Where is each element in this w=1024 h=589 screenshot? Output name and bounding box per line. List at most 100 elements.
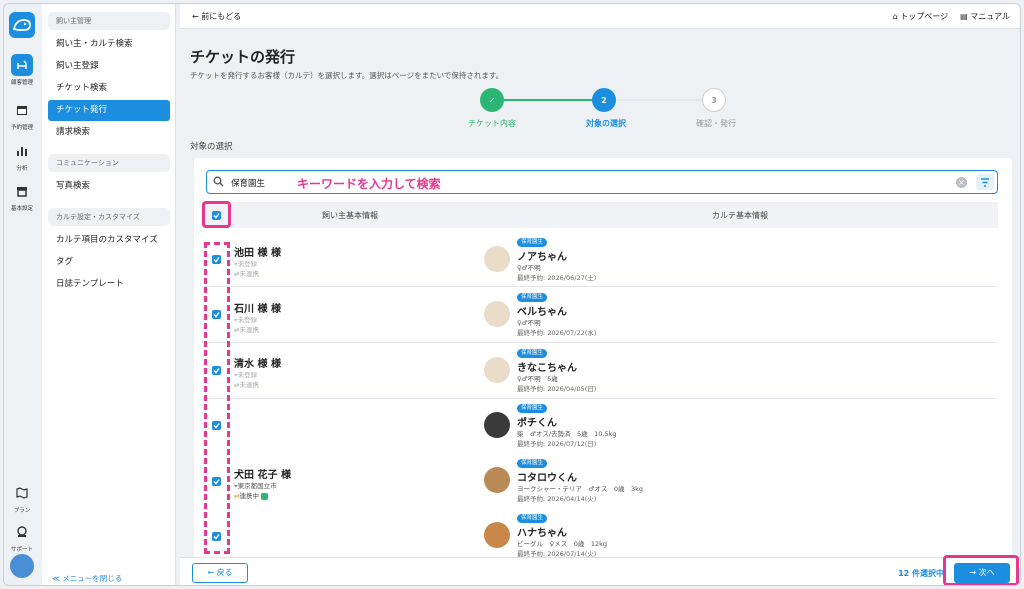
menu-group-owner: 飼い主管理: [48, 12, 170, 30]
row-checkbox-highlight: [204, 242, 230, 554]
pet-tag: 保育園生: [517, 238, 548, 247]
pet-info: ♀♂不明: [517, 264, 541, 272]
rail-label: 分析: [16, 166, 28, 172]
search-input[interactable]: 保育園生 キーワードを入力して検索 ×: [206, 170, 998, 194]
avatar[interactable]: [10, 554, 34, 578]
clear-icon[interactable]: ×: [956, 177, 967, 188]
owner-name[interactable]: 犬田 花子 様: [234, 466, 291, 481]
owner-link-status: ⇄未連携: [234, 379, 259, 389]
pet-name[interactable]: ポチくん: [517, 414, 557, 429]
store-icon: [11, 180, 33, 202]
rail-analytics[interactable]: 分析: [4, 140, 40, 172]
rail-label: サポート: [10, 547, 33, 553]
pet-name[interactable]: ベルちゃん: [517, 303, 567, 318]
pet-name[interactable]: ノアちゃん: [517, 248, 567, 263]
rail-reservation[interactable]: 予約管理: [4, 99, 40, 131]
pet-photo: [484, 412, 510, 438]
manual-link[interactable]: ▤ マニュアル: [960, 11, 1010, 22]
top-links: ⌂ トップページ ▤ マニュアル: [893, 11, 1010, 22]
icon-rail: 顧客管理 予約管理 分析 基本設定 プラン サポート: [4, 4, 40, 585]
back-button[interactable]: ← 戻る: [192, 563, 248, 583]
owner-link-text: 未連携: [239, 381, 259, 389]
close-menu-link[interactable]: ≪ メニューを閉じる: [52, 573, 122, 584]
step-3-circle: 3: [702, 88, 726, 112]
pet-last-reservation: 最終予約: 2026/06/27(土): [517, 274, 597, 282]
top-bar: ← 前にもどる ⌂ トップページ ▤ マニュアル: [180, 4, 1020, 29]
pet-last-reservation: 最終予約: 2026/07/12(日): [517, 440, 597, 448]
selected-count: 12 件選択中: [898, 569, 944, 578]
filter-icon[interactable]: [976, 174, 994, 190]
table-header: 飼い主基本情報 カルテ基本情報: [202, 202, 998, 228]
menu-item-ticket-issue[interactable]: チケット発行: [48, 100, 170, 121]
search-icon: [213, 176, 224, 190]
back-link[interactable]: ← 前にもどる: [192, 11, 241, 22]
menu-item-owner-register[interactable]: 飼い主登録: [48, 56, 170, 77]
owner-name[interactable]: 清水 様 様: [234, 355, 281, 370]
dog-icon: [11, 54, 33, 76]
owner-link-status: ⇄未連携: [234, 268, 259, 278]
home-label: トップページ: [900, 12, 949, 21]
line-icon: [261, 492, 269, 500]
menu-item-photo-search[interactable]: 写真検索: [48, 176, 170, 197]
pet-tag: 保育園生: [517, 514, 548, 523]
book-icon: ▤: [960, 12, 968, 21]
menu-group-communication: コミュニケーション: [48, 154, 170, 172]
pet-tag: 保育園生: [517, 404, 548, 413]
next-button-highlight: [943, 555, 1019, 585]
owner-address-text: 未登録: [237, 371, 258, 379]
menu-item-invoice-search[interactable]: 請求検索: [48, 122, 170, 143]
search-value: 保育園生: [231, 179, 266, 189]
page-title: チケットの発行: [190, 48, 296, 66]
pet-tag: 保育園生: [517, 459, 548, 468]
table-row[interactable]: [202, 231, 998, 287]
support-icon: [11, 521, 33, 543]
pet-name[interactable]: コタロウくん: [517, 469, 577, 484]
pet-tag: 保育園生: [517, 349, 548, 358]
home-icon: ⌂: [892, 12, 898, 21]
rail-customer[interactable]: 顧客管理: [4, 54, 40, 86]
owner-name[interactable]: 石川 様 様: [234, 300, 281, 315]
menu-item-diary-template[interactable]: 日誌テンプレート: [48, 274, 170, 295]
owner-address-text: 未登録: [237, 316, 258, 324]
app-logo[interactable]: [9, 12, 35, 38]
menu-group-karte-settings: カルテ設定・カスタマイズ: [48, 208, 170, 226]
pet-last-reservation: 最終予約: 2026/04/14(火): [517, 495, 597, 503]
home-link[interactable]: ⌂ トップページ: [893, 11, 948, 22]
pet-photo: [484, 301, 510, 327]
owner-address-text: 未登録: [237, 260, 258, 268]
table-row[interactable]: [202, 343, 998, 399]
table-row[interactable]: [202, 287, 998, 343]
search-annotation: キーワードを入力して検索: [297, 177, 441, 191]
app-window: 顧客管理 予約管理 分析 基本設定 プラン サポート 飼い主管理 飼い主・カルテ…: [0, 0, 1024, 589]
rail-settings[interactable]: 基本設定: [4, 180, 40, 212]
pet-info: ♀♂不明 5歳: [517, 375, 558, 383]
menu-item-karte-customize[interactable]: カルテ項目のカスタマイズ: [48, 230, 170, 251]
step-2-label: 対象の選択: [586, 119, 626, 128]
table-row[interactable]: [202, 399, 998, 455]
selection-panel: 保育園生 キーワードを入力して検索 × 飼い主基本情報 カルテ基本情報 池田 様…: [194, 158, 1012, 558]
pet-name[interactable]: きなこちゃん: [517, 359, 577, 374]
rail-support[interactable]: サポート: [4, 521, 40, 553]
owner-link-text: 連携中: [239, 492, 259, 500]
menu-item-owner-search[interactable]: 飼い主・カルテ検索: [48, 34, 170, 55]
pet-photo: [484, 467, 510, 493]
step-3-label: 確認・発行: [696, 119, 736, 128]
rail-label: 予約管理: [10, 125, 33, 131]
pet-info: ♀♂不明: [517, 319, 541, 327]
owner-link-status: ⇄連携中: [234, 490, 269, 500]
step-connector-done: [504, 99, 604, 101]
menu-item-ticket-search[interactable]: チケット検索: [48, 78, 170, 99]
rail-plan[interactable]: プラン: [4, 482, 40, 514]
pet-name[interactable]: ハナちゃん: [517, 524, 567, 539]
manual-label: マニュアル: [970, 12, 1010, 21]
owner-name[interactable]: 池田 様 様: [234, 244, 281, 259]
menu-item-tag[interactable]: タグ: [48, 252, 170, 273]
pet-photo: [484, 522, 510, 548]
owner-link-status: ⇄未連携: [234, 324, 259, 334]
pet-photo: [484, 357, 510, 383]
arrow-left-icon: ←: [192, 12, 199, 21]
pet-photo: [484, 246, 510, 272]
chart-icon: [11, 140, 33, 162]
owner-link-text: 未連携: [239, 326, 259, 334]
karte-column-header: カルテ基本情報: [712, 211, 768, 220]
